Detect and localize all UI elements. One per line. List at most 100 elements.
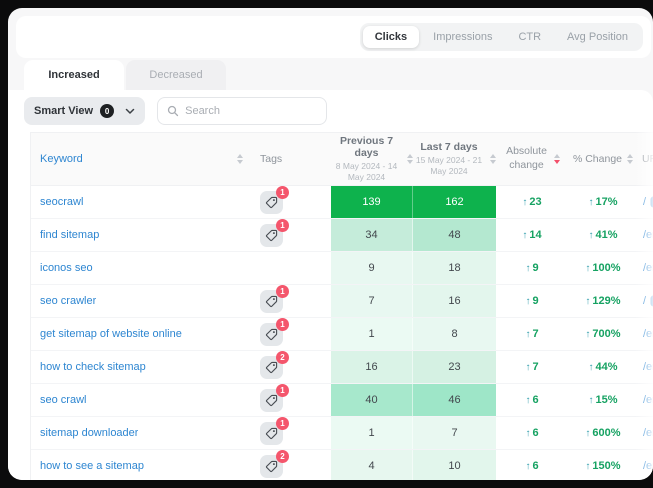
sort-icon-keyword[interactable] <box>237 154 243 164</box>
table-row: how to see a sitemap 2 4 10 ↑ 6 ↑ 150% /… <box>31 450 653 480</box>
tag-chip[interactable]: 1 <box>260 323 283 346</box>
header-previous-7-days[interactable]: Previous 7 days 8 May 2024 - 14 May 2024 <box>331 133 413 185</box>
keyword-link[interactable]: sitemap downloader <box>40 427 138 439</box>
search-input[interactable] <box>185 105 317 117</box>
url-cell[interactable]: /en/ <box>638 450 653 480</box>
tab-avg-position[interactable]: Avg Position <box>555 26 640 48</box>
keyword-link[interactable]: iconos seo <box>40 262 93 274</box>
header-last-7-days[interactable]: Last 7 days 15 May 2024 - 21 May 2024 <box>413 133 496 185</box>
tag-icon <box>265 229 278 242</box>
previous-value-cell: 16 <box>331 351 413 383</box>
tab-ctr[interactable]: CTR <box>506 26 553 48</box>
up-arrow-icon: ↑ <box>525 329 530 340</box>
url-cell[interactable]: /en/ <box>638 417 653 449</box>
url-link[interactable]: /en/ <box>643 394 653 406</box>
header-absolute-change[interactable]: Absolute change <box>496 133 568 185</box>
previous-value-cell: 1 <box>331 318 413 350</box>
table-row: find sitemap 1 34 48 ↑ 14 ↑ 41% /en/ <box>31 219 653 252</box>
url-link[interactable]: /en/ <box>643 229 653 241</box>
keyword-link[interactable]: seocrawl <box>40 196 83 208</box>
keyword-link[interactable]: get sitemap of website online <box>40 328 182 340</box>
keyword-link[interactable]: seo crawler <box>40 295 96 307</box>
previous-value-cell: 4 <box>331 450 413 480</box>
keyword-link[interactable]: how to see a sitemap <box>40 460 144 472</box>
tag-icon <box>265 328 278 341</box>
url-link[interactable]: /en/ <box>643 328 653 340</box>
tab-impressions[interactable]: Impressions <box>421 26 504 48</box>
url-link[interactable]: /en/ <box>643 361 653 373</box>
metric-tab-group: Clicks Impressions CTR Avg Position <box>360 23 643 51</box>
keyword-link[interactable]: find sitemap <box>40 229 99 241</box>
up-arrow-icon: ↑ <box>585 428 590 439</box>
url-cell[interactable]: /en/ <box>638 351 653 383</box>
tag-chip[interactable]: 1 <box>260 389 283 412</box>
last-value-cell: 18 <box>413 252 496 284</box>
url-link[interactable]: /en/ <box>643 460 653 472</box>
sort-icon-percent-change[interactable] <box>627 154 633 164</box>
tag-count-badge: 2 <box>276 351 289 364</box>
tag-chip[interactable]: 2 <box>260 455 283 478</box>
url-cell[interactable]: / <box>638 186 653 218</box>
tag-count-badge: 2 <box>276 450 289 463</box>
tag-chip[interactable]: 1 <box>260 224 283 247</box>
sort-icon-absolute-change[interactable] <box>554 154 560 164</box>
url-link[interactable]: /en/ <box>643 262 653 274</box>
percent-change-cell: ↑ 17% <box>568 186 638 218</box>
up-arrow-icon: ↑ <box>525 461 530 472</box>
header-keyword[interactable]: Keyword <box>31 133 253 185</box>
url-cell[interactable]: / <box>638 285 653 317</box>
table-row: seocrawl 1 139 162 ↑ 23 ↑ 17% / <box>31 186 653 219</box>
up-arrow-icon: ↑ <box>525 263 530 274</box>
tag-count-badge: 1 <box>276 186 289 199</box>
url-cell[interactable]: /en/ <box>638 219 653 251</box>
table-row: seo crawler 1 7 16 ↑ 9 ↑ 129% / <box>31 285 653 318</box>
header-tags: Tags <box>253 133 331 185</box>
percent-change-cell: ↑ 129% <box>568 285 638 317</box>
up-arrow-icon: ↑ <box>585 329 590 340</box>
tag-chip[interactable]: 1 <box>260 290 283 313</box>
tag-icon <box>265 361 278 374</box>
url-link[interactable]: / <box>643 295 646 307</box>
previous-value-cell: 7 <box>331 285 413 317</box>
tag-icon <box>265 460 278 473</box>
keyword-link[interactable]: seo crawl <box>40 394 86 406</box>
tab-increased[interactable]: Increased <box>24 60 124 90</box>
header-percent-change[interactable]: % Change <box>568 133 638 185</box>
up-arrow-icon: ↑ <box>588 362 593 373</box>
previous-value-cell: 139 <box>331 186 413 218</box>
tag-count-badge: 1 <box>276 384 289 397</box>
absolute-change-cell: ↑ 23 <box>496 186 568 218</box>
absolute-change-cell: ↑ 7 <box>496 318 568 350</box>
tag-chip[interactable]: 1 <box>260 422 283 445</box>
absolute-change-cell: ↑ 6 <box>496 450 568 480</box>
tag-count-badge: 1 <box>276 318 289 331</box>
previous-value-cell: 34 <box>331 219 413 251</box>
table-header-row: Keyword Tags Previous 7 days 8 May 2024 … <box>31 132 653 186</box>
url-link[interactable]: / <box>643 196 646 208</box>
url-cell[interactable]: /en/ <box>638 384 653 416</box>
up-arrow-icon: ↑ <box>525 395 530 406</box>
last-value-cell: 8 <box>413 318 496 350</box>
percent-change-cell: ↑ 700% <box>568 318 638 350</box>
up-arrow-icon: ↑ <box>585 263 590 274</box>
tag-chip[interactable]: 2 <box>260 356 283 379</box>
top-bar: Clicks Impressions CTR Avg Position <box>16 16 651 58</box>
table-row: seo crawl 1 40 46 ↑ 6 ↑ 15% /en/ <box>31 384 653 417</box>
url-link[interactable]: /en/ <box>643 427 653 439</box>
up-arrow-icon: ↑ <box>525 296 530 307</box>
absolute-change-cell: ↑ 7 <box>496 351 568 383</box>
tag-chip[interactable]: 1 <box>260 191 283 214</box>
url-cell[interactable]: /en/ <box>638 252 653 284</box>
tab-clicks[interactable]: Clicks <box>363 26 419 48</box>
percent-change-cell: ↑ 44% <box>568 351 638 383</box>
keyword-link[interactable]: how to check sitemap <box>40 361 146 373</box>
last-value-cell: 23 <box>413 351 496 383</box>
up-arrow-icon: ↑ <box>585 296 590 307</box>
table-body: seocrawl 1 139 16 2 ↑ 23 ↑ 17% / <box>31 186 653 480</box>
search-box[interactable] <box>157 97 327 125</box>
percent-change-cell: ↑ 100% <box>568 252 638 284</box>
url-cell[interactable]: /en/ <box>638 318 653 350</box>
tab-decreased[interactable]: Decreased <box>126 60 226 90</box>
smart-view-dropdown[interactable]: Smart View 0 <box>24 97 145 125</box>
up-arrow-icon: ↑ <box>525 428 530 439</box>
